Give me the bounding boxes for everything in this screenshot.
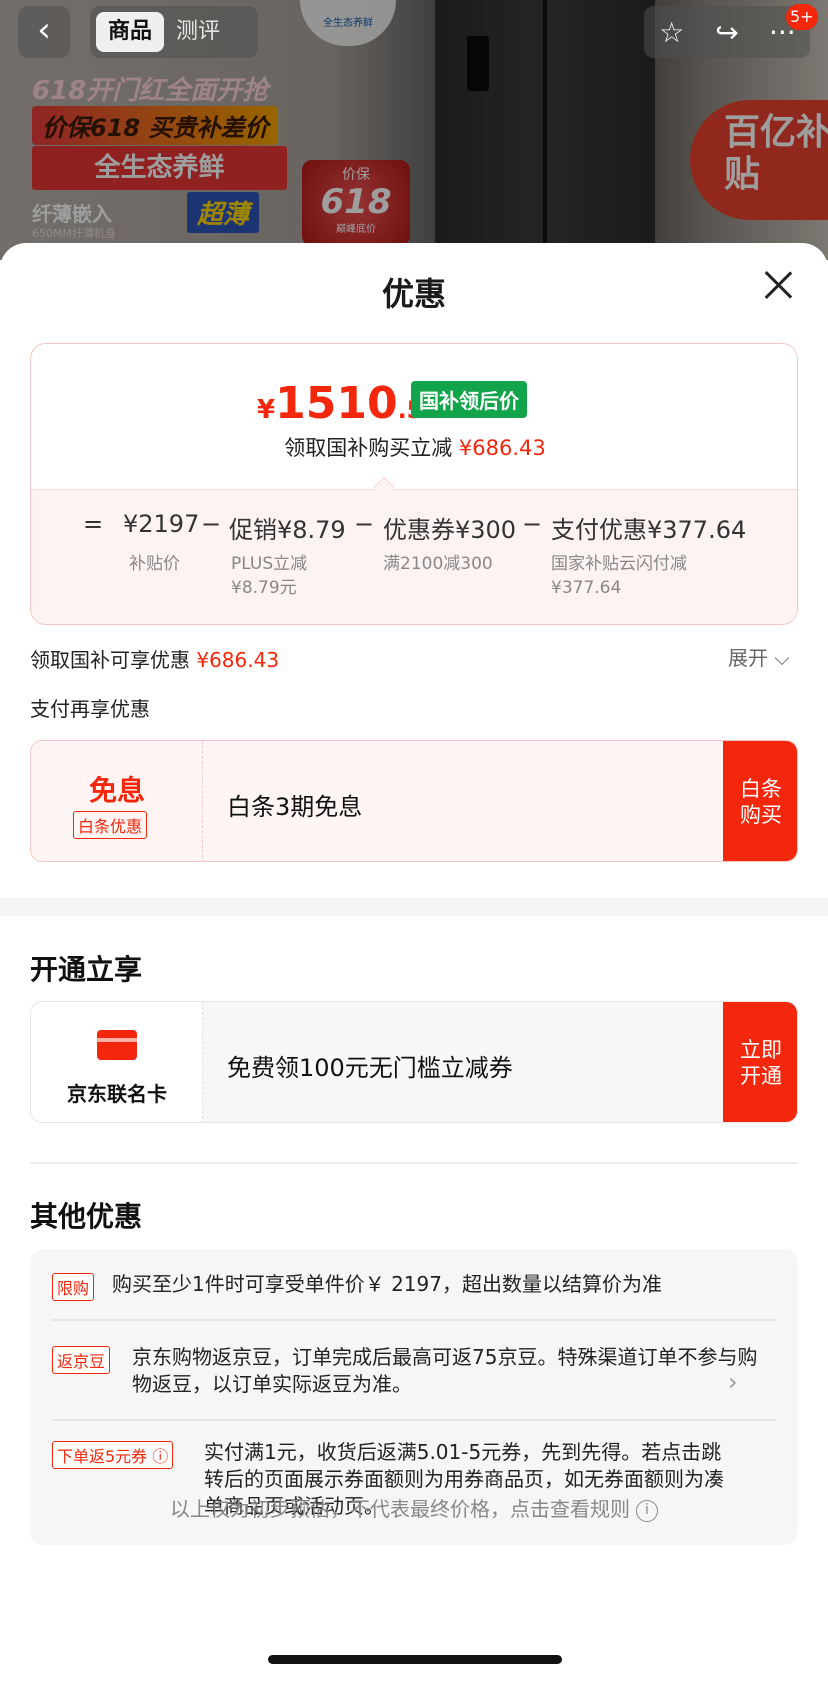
- rules-footer-text: 以上仅为初步预估，不代表最终价格，点击查看规则: [170, 1497, 630, 1521]
- star-icon[interactable]: ☆: [652, 16, 692, 49]
- discount-sheet: 优惠 ¥1510.57 国补领后价 领取国补购买立减 ¥686.43 = ¥21…: [0, 243, 828, 1683]
- offer-tag: 返京豆: [52, 1346, 111, 1374]
- price-currency: ¥: [257, 395, 276, 425]
- baitiao-card: 免息 白条优惠 白条3期免息 白条 购买: [30, 740, 798, 862]
- subsidy-price-tag: 国补领后价: [411, 381, 527, 418]
- back-button[interactable]: ‹: [18, 6, 70, 58]
- calc-promo: 促销¥8.79: [229, 516, 346, 544]
- message-count-badge: 5+: [786, 4, 818, 30]
- cobrand-card-text: 免费领100元无门槛立减券: [227, 1054, 513, 1082]
- calc-payment: 支付优惠¥377.64: [551, 516, 747, 544]
- savings-label: 领取国补购买立减: [284, 436, 459, 460]
- calc-equals: =: [83, 510, 104, 538]
- offer-text: 京东购物返京豆，订单完成后最高可返75京豆。特殊渠道订单不参与购物返豆，以订单实…: [132, 1345, 758, 1396]
- back-icon: ‹: [37, 10, 51, 50]
- calc-minus-2: −: [354, 510, 375, 538]
- section-gap: [0, 898, 828, 916]
- top-actions: ☆ ↪ ···: [644, 6, 810, 58]
- claim-row: 领取国补可享优惠 ¥686.43: [30, 644, 279, 673]
- savings-amount: ¥686.43: [458, 436, 546, 460]
- offer-text: 购买至少1件时可享受单件价￥ 2197，超出数量以结算价为准: [112, 1272, 662, 1296]
- price-savings: 领取国补购买立减 ¥686.43: [31, 432, 797, 462]
- share-icon[interactable]: ↪: [707, 16, 747, 49]
- calc-base-price: ¥2197: [123, 510, 200, 538]
- price-integer: 1510: [275, 378, 398, 429]
- home-indicator: [268, 1655, 562, 1664]
- cobrand-card-name: 京东联名卡: [67, 1082, 167, 1106]
- interest-free-label: 免息: [88, 774, 145, 807]
- calc-promo-note: PLUS立减 ¥8.79元: [231, 554, 308, 598]
- claim-amount: ¥686.43: [196, 648, 280, 672]
- top-tabs: 商品 测评: [90, 6, 258, 58]
- other-section-title: 其他优惠: [30, 1200, 143, 1233]
- baitiao-text: 白条3期免息: [227, 793, 363, 821]
- pay-section-label: 支付再享优惠: [30, 697, 150, 721]
- offer-tag: 下单返5元券 ⓘ: [52, 1441, 174, 1469]
- calc-row: = ¥2197 补贴价 − 促销¥8.79 PLUS立减 ¥8.79元 − 优惠…: [31, 489, 797, 624]
- tab-review[interactable]: 测评: [164, 12, 232, 52]
- baitiao-tag: 白条优惠: [73, 811, 148, 839]
- calc-base-note: 补贴价: [129, 554, 180, 574]
- open-section-title: 开通立享: [30, 953, 143, 986]
- open-card-button[interactable]: 立即 开通: [723, 1002, 797, 1122]
- calc-coupon: 优惠券¥300: [383, 516, 517, 544]
- divider: [30, 1162, 798, 1164]
- baitiao-buy-button[interactable]: 白条 购买: [723, 741, 797, 861]
- tab-product[interactable]: 商品: [96, 12, 165, 52]
- calc-payment-note: 国家补贴云闪付减 ¥377.64: [551, 554, 687, 598]
- rules-footer[interactable]: 以上仅为初步预估，不代表最终价格，点击查看规则 i: [0, 1493, 828, 1522]
- offer-tag: 限购: [52, 1273, 95, 1301]
- cobrand-card-offer: 京东联名卡 免费领100元无门槛立减券 立即 开通: [30, 1001, 798, 1123]
- calc-coupon-note: 满2100减300: [383, 554, 493, 574]
- credit-card-icon: [97, 1030, 137, 1060]
- close-icon[interactable]: [758, 265, 798, 305]
- sheet-title: 优惠: [381, 275, 446, 313]
- offer-separator: [52, 1419, 776, 1421]
- price-breakdown-card: ¥1510.57 国补领后价 领取国补购买立减 ¥686.43 = ¥2197 …: [30, 343, 798, 625]
- offer-separator: [52, 1319, 776, 1321]
- calc-minus-3: −: [522, 510, 543, 538]
- info-icon: i: [636, 1499, 658, 1522]
- expand-button[interactable]: 展开 ⌵: [728, 642, 790, 671]
- calc-minus-1: −: [201, 510, 222, 538]
- chevron-right-icon[interactable]: ›: [728, 1368, 738, 1396]
- claim-label: 领取国补可享优惠: [30, 648, 197, 672]
